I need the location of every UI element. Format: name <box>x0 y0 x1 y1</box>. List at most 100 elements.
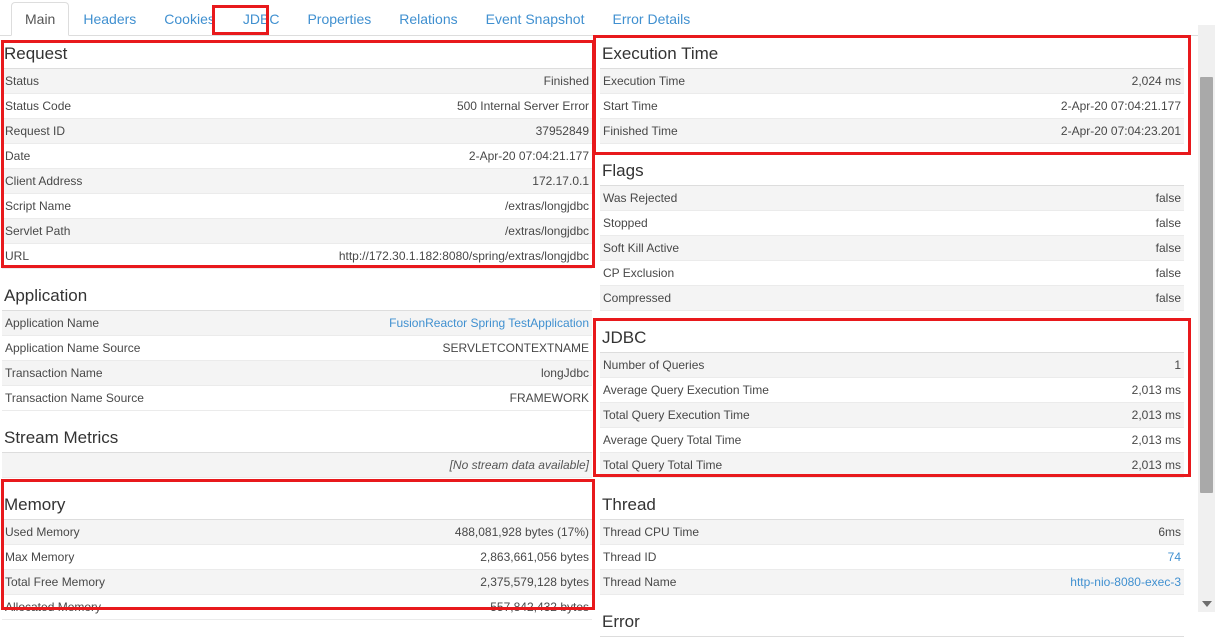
row-value: http://172.30.1.182:8080/spring/extras/l… <box>339 249 589 263</box>
row-value: 2-Apr-20 07:04:23.201 <box>1061 124 1181 138</box>
row-value: /extras/longjdbc <box>505 224 589 238</box>
row-label: Servlet Path <box>5 224 70 238</box>
row-value: 172.17.0.1 <box>532 174 589 188</box>
right-column: Execution Time Execution Time 2,024 ms S… <box>600 41 1184 637</box>
row-value-link[interactable]: 74 <box>1168 550 1181 564</box>
section-error: Error <box>600 609 1184 637</box>
row-status-code: Status Code 500 Internal Server Error <box>2 94 592 119</box>
row-value: 2,375,579,128 bytes <box>480 575 589 589</box>
tab-event-snapshot[interactable]: Event Snapshot <box>472 2 599 36</box>
section-title: Thread <box>600 492 1184 520</box>
row-value-link[interactable]: FusionReactor Spring TestApplication <box>389 316 589 330</box>
tab-cookies[interactable]: Cookies <box>150 2 229 36</box>
row-execution-time: Execution Time 2,024 ms <box>600 69 1184 94</box>
tab-jdbc[interactable]: JDBC <box>229 2 294 36</box>
row-label: Compressed <box>603 291 671 305</box>
section-rows: Status Finished Status Code 500 Internal… <box>2 69 592 269</box>
tab-main[interactable]: Main <box>11 2 69 36</box>
tab-relations[interactable]: Relations <box>385 2 471 36</box>
tab-error-details[interactable]: Error Details <box>598 2 704 36</box>
row-total-query-execution-time: Total Query Execution Time 2,013 ms <box>600 403 1184 428</box>
row-transaction-name-source: Transaction Name Source FRAMEWORK <box>2 386 592 411</box>
row-label: Average Query Execution Time <box>603 383 769 397</box>
row-label: Total Free Memory <box>5 575 105 589</box>
row-value: false <box>1156 241 1181 255</box>
row-value: /extras/longjdbc <box>505 199 589 213</box>
section-jdbc: JDBC Number of Queries 1 Average Query E… <box>600 325 1184 478</box>
section-stream-metrics: Stream Metrics [No stream data available… <box>2 425 592 478</box>
row-value: 2-Apr-20 07:04:21.177 <box>1061 99 1181 113</box>
section-rows: Thread CPU Time 6ms Thread ID 74 Thread … <box>600 520 1184 595</box>
row-value: 2,863,661,056 bytes <box>480 550 589 564</box>
row-application-name: Application Name FusionReactor Spring Te… <box>2 311 592 336</box>
row-label: Average Query Total Time <box>603 433 741 447</box>
row-value: 500 Internal Server Error <box>457 99 589 113</box>
tab-bar: MainHeadersCookiesJDBCPropertiesRelation… <box>0 0 1215 36</box>
tab-headers[interactable]: Headers <box>69 2 150 36</box>
row-value: 2,013 ms <box>1132 433 1181 447</box>
row-allocated-memory: Allocated Memory 557,842,432 bytes <box>2 595 592 620</box>
row-label: Total Query Execution Time <box>603 408 750 422</box>
section-flags: Flags Was Rejected false Stopped false S… <box>600 158 1184 311</box>
scrollbar-down-arrow-icon[interactable] <box>1202 601 1212 607</box>
section-thread: Thread Thread CPU Time 6ms Thread ID 74 … <box>600 492 1184 595</box>
row-value: 37952849 <box>536 124 589 138</box>
section-title: Application <box>2 283 592 311</box>
row-value: [No stream data available] <box>450 458 589 472</box>
row-thread-name: Thread Name http-nio-8080-exec-3 <box>600 570 1184 595</box>
row-cp-exclusion: CP Exclusion false <box>600 261 1184 286</box>
tab-properties[interactable]: Properties <box>293 2 385 36</box>
row-date: Date 2-Apr-20 07:04:21.177 <box>2 144 592 169</box>
row-value: 6ms <box>1158 525 1181 539</box>
row-start-time: Start Time 2-Apr-20 07:04:21.177 <box>600 94 1184 119</box>
row-total-free-memory: Total Free Memory 2,375,579,128 bytes <box>2 570 592 595</box>
row-value: 2,024 ms <box>1132 74 1181 88</box>
row-label: Request ID <box>5 124 65 138</box>
row-status: Status Finished <box>2 69 592 94</box>
row-value: Finished <box>544 74 589 88</box>
row-average-query-total-time: Average Query Total Time 2,013 ms <box>600 428 1184 453</box>
row-soft-kill-active: Soft Kill Active false <box>600 236 1184 261</box>
row-label: Total Query Total Time <box>603 458 722 472</box>
section-rows: Execution Time 2,024 ms Start Time 2-Apr… <box>600 69 1184 144</box>
left-column: Request Status Finished Status Code 500 … <box>2 41 592 637</box>
row-label: Client Address <box>5 174 82 188</box>
row-label: Application Name <box>5 316 99 330</box>
row-label: Script Name <box>5 199 71 213</box>
row-label: Max Memory <box>5 550 74 564</box>
section-rows: [No stream data available] <box>2 453 592 478</box>
row-value-link[interactable]: http-nio-8080-exec-3 <box>1070 575 1181 589</box>
row-label: Was Rejected <box>603 191 677 205</box>
section-title: Execution Time <box>600 41 1184 69</box>
row-used-memory: Used Memory 488,081,928 bytes (17%) <box>2 520 592 545</box>
row-label: Number of Queries <box>603 358 704 372</box>
row-servlet-path: Servlet Path /extras/longjdbc <box>2 219 592 244</box>
section-title: Stream Metrics <box>2 425 592 453</box>
detail-panels: Request Status Finished Status Code 500 … <box>0 36 1215 637</box>
row-stopped: Stopped false <box>600 211 1184 236</box>
section-rows: Number of Queries 1 Average Query Execut… <box>600 353 1184 478</box>
row-value: 2,013 ms <box>1132 408 1181 422</box>
section-rows: Was Rejected false Stopped false Soft Ki… <box>600 186 1184 311</box>
scrollbar-thumb[interactable] <box>1200 77 1213 493</box>
row-value: 488,081,928 bytes (17%) <box>455 525 589 539</box>
row-url: URL http://172.30.1.182:8080/spring/extr… <box>2 244 592 269</box>
row-value: false <box>1156 216 1181 230</box>
row-label: Soft Kill Active <box>603 241 679 255</box>
row-finished-time: Finished Time 2-Apr-20 07:04:23.201 <box>600 119 1184 144</box>
row-label: Application Name Source <box>5 341 140 355</box>
row-total-query-total-time: Total Query Total Time 2,013 ms <box>600 453 1184 478</box>
row-value: FRAMEWORK <box>510 391 589 405</box>
row-thread-id: Thread ID 74 <box>600 545 1184 570</box>
row-was-rejected: Was Rejected false <box>600 186 1184 211</box>
row-script-name: Script Name /extras/longjdbc <box>2 194 592 219</box>
row-label: Status <box>5 74 39 88</box>
row-stream-metrics-value: [No stream data available] <box>2 453 592 478</box>
scrollbar-track[interactable] <box>1198 25 1215 612</box>
section-rows: Used Memory 488,081,928 bytes (17%) Max … <box>2 520 592 620</box>
row-client-address: Client Address 172.17.0.1 <box>2 169 592 194</box>
section-title: JDBC <box>600 325 1184 353</box>
row-value: SERVLETCONTEXTNAME <box>443 341 589 355</box>
row-label: Status Code <box>5 99 71 113</box>
row-value: false <box>1156 291 1181 305</box>
